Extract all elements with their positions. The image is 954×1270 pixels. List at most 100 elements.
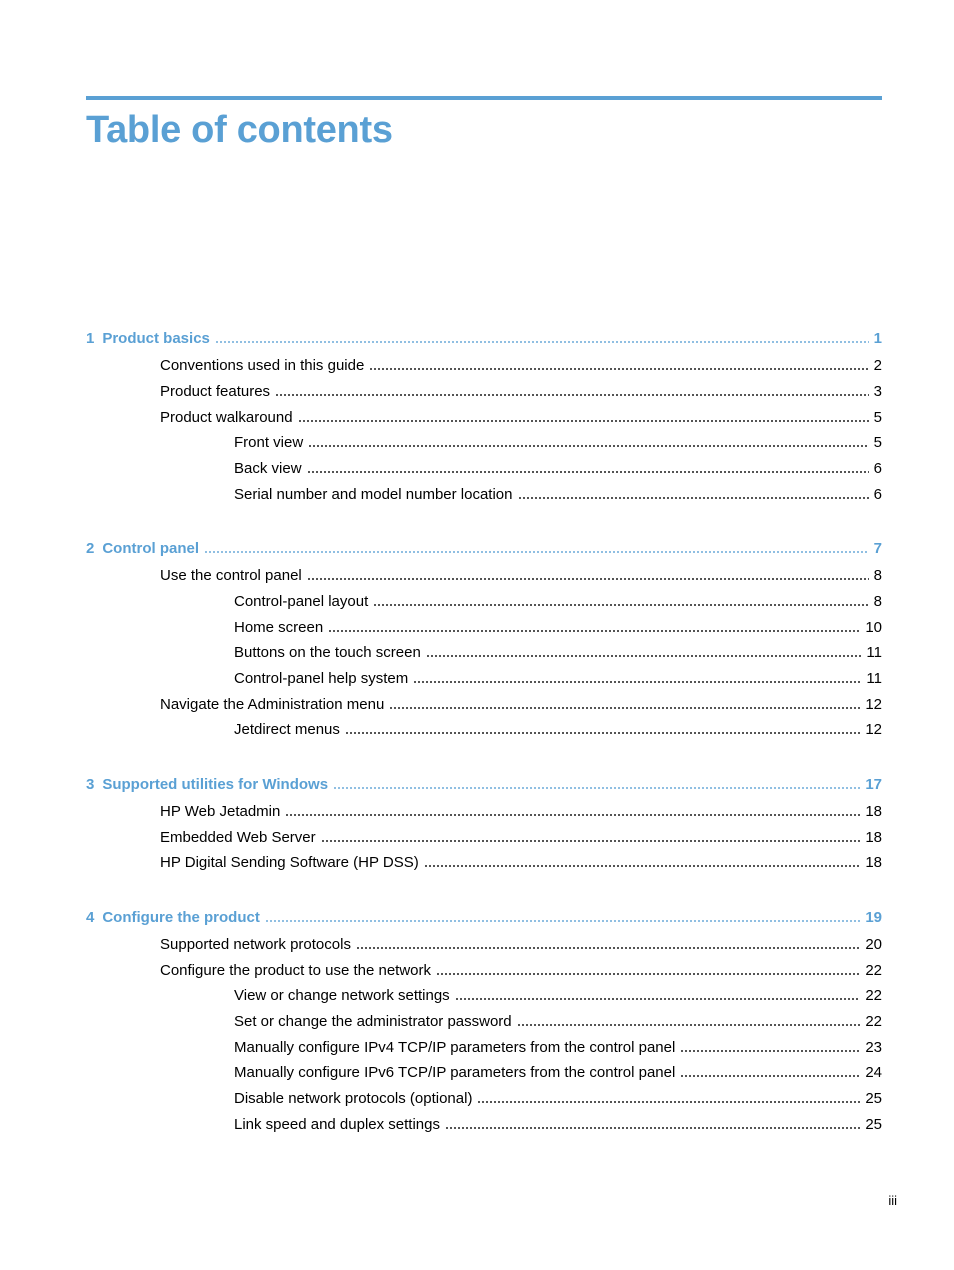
chapter-title: Configure the product	[102, 909, 260, 926]
chapter-title: Control panel	[102, 540, 200, 557]
entry-title: Front view	[234, 434, 304, 451]
page-number: 2	[873, 357, 882, 374]
footer-page-number: iii	[888, 1193, 897, 1208]
dot-leader	[389, 695, 861, 709]
page-number: 6	[873, 486, 882, 503]
page-number: 24	[865, 1064, 882, 1081]
entry-title: Home screen	[234, 619, 324, 636]
page-number: 22	[865, 1013, 882, 1030]
toc-entry[interactable]: Control-panel layout 8	[234, 592, 882, 611]
toc-entry[interactable]: Product features 3	[160, 382, 882, 401]
dot-leader	[297, 408, 869, 422]
entry-title: Set or change the administrator password	[234, 1013, 512, 1030]
dot-leader	[423, 853, 861, 867]
dot-leader	[264, 908, 861, 922]
dot-leader	[275, 382, 869, 396]
entry-title: Manually configure IPv4 TCP/IP parameter…	[234, 1039, 676, 1056]
entry-title: Jetdirect menus	[234, 721, 340, 738]
toc-entry[interactable]: Use the control panel 8	[160, 566, 882, 585]
dot-leader	[369, 356, 869, 370]
page-number: 19	[865, 909, 882, 926]
entry-title: Serial number and model number location	[234, 486, 513, 503]
toc-chapter-2[interactable]: 2 Control panel 7	[86, 539, 882, 558]
chapter-number: 3	[86, 776, 95, 793]
dot-leader	[517, 485, 869, 499]
toc-entry[interactable]: Conventions used in this guide 2	[160, 356, 882, 375]
entry-title: Conventions used in this guide	[160, 357, 365, 374]
dot-leader	[680, 1038, 861, 1052]
entry-title: Manually configure IPv6 TCP/IP parameter…	[234, 1064, 676, 1081]
toc-entry[interactable]: Manually configure IPv6 TCP/IP parameter…	[234, 1063, 882, 1082]
page-number: 10	[865, 619, 882, 636]
dot-leader	[306, 566, 869, 580]
toc-chapter-3[interactable]: 3 Supported utilities for Windows 17	[86, 775, 882, 794]
toc-entry[interactable]: Embedded Web Server 18	[160, 828, 882, 847]
chapter-number: 1	[86, 330, 95, 347]
toc-chapter-1[interactable]: 1 Product basics 1	[86, 329, 882, 348]
page-number: 5	[873, 409, 882, 426]
page-number: 11	[866, 644, 882, 661]
entry-title: Link speed and duplex settings	[234, 1116, 440, 1133]
entry-title: Supported network protocols	[160, 936, 351, 953]
chapter-title: Supported utilities for Windows	[102, 776, 329, 793]
chapter-number: 4	[86, 909, 95, 926]
dot-leader	[425, 643, 862, 657]
dot-leader	[306, 459, 869, 473]
entry-title: Configure the product to use the network	[160, 962, 431, 979]
entry-title: HP Digital Sending Software (HP DSS)	[160, 854, 419, 871]
toc-entry[interactable]: Serial number and model number location …	[234, 485, 882, 504]
dot-leader	[373, 592, 869, 606]
dot-leader	[204, 539, 869, 553]
toc-entry[interactable]: Disable network protocols (optional) 25	[234, 1089, 882, 1108]
dot-leader	[413, 669, 862, 683]
page-number: 18	[865, 829, 882, 846]
toc-entry[interactable]: Manually configure IPv4 TCP/IP parameter…	[234, 1038, 882, 1057]
entry-title: Control-panel layout	[234, 593, 369, 610]
entry-title: Back view	[234, 460, 302, 477]
dot-leader	[477, 1089, 861, 1103]
page-number: 5	[873, 434, 882, 451]
toc-entry[interactable]: HP Web Jetadmin 18	[160, 802, 882, 821]
dot-leader	[436, 961, 861, 975]
page-number: 8	[873, 593, 882, 610]
page-number: 12	[865, 696, 882, 713]
page-number: 6	[873, 460, 882, 477]
toc-entry[interactable]: Link speed and duplex settings 25	[234, 1115, 882, 1134]
entry-title: HP Web Jetadmin	[160, 803, 281, 820]
toc-entry[interactable]: Set or change the administrator password…	[234, 1012, 882, 1031]
title-rule	[86, 96, 882, 100]
entry-title: Disable network protocols (optional)	[234, 1090, 473, 1107]
page-number: 22	[865, 962, 882, 979]
page-number: 25	[865, 1116, 882, 1133]
toc-entry[interactable]: HP Digital Sending Software (HP DSS) 18	[160, 853, 882, 872]
page-number: 1	[873, 330, 882, 347]
toc-entry[interactable]: Front view 5	[234, 433, 882, 452]
page-number: 23	[865, 1039, 882, 1056]
dot-leader	[308, 433, 869, 447]
page-number: 3	[873, 383, 882, 400]
dot-leader	[516, 1012, 861, 1026]
toc-entry[interactable]: Navigate the Administration menu 12	[160, 695, 882, 714]
page-number: 8	[873, 567, 882, 584]
page-number: 17	[865, 776, 882, 793]
entry-title: Control-panel help system	[234, 670, 409, 687]
toc-entry[interactable]: Control-panel help system 11	[234, 669, 882, 688]
dot-leader	[680, 1063, 861, 1077]
toc-chapter-4[interactable]: 4 Configure the product 19	[86, 908, 882, 927]
dot-leader	[355, 935, 861, 949]
entry-title: Use the control panel	[160, 567, 302, 584]
page-number: 25	[865, 1090, 882, 1107]
entry-title: Product features	[160, 383, 271, 400]
toc-entry[interactable]: View or change network settings 22	[234, 986, 882, 1005]
page-number: 11	[866, 670, 882, 687]
page-number: 20	[865, 936, 882, 953]
toc-entry[interactable]: Supported network protocols 20	[160, 935, 882, 954]
dot-leader	[328, 618, 861, 632]
toc-entry[interactable]: Buttons on the touch screen 11	[234, 643, 882, 662]
toc-entry[interactable]: Configure the product to use the network…	[160, 961, 882, 980]
toc-entry[interactable]: Jetdirect menus 12	[234, 720, 882, 739]
toc-entry[interactable]: Home screen 10	[234, 618, 882, 637]
toc-entry[interactable]: Product walkaround 5	[160, 408, 882, 427]
entry-title: Buttons on the touch screen	[234, 644, 421, 661]
toc-entry[interactable]: Back view 6	[234, 459, 882, 478]
